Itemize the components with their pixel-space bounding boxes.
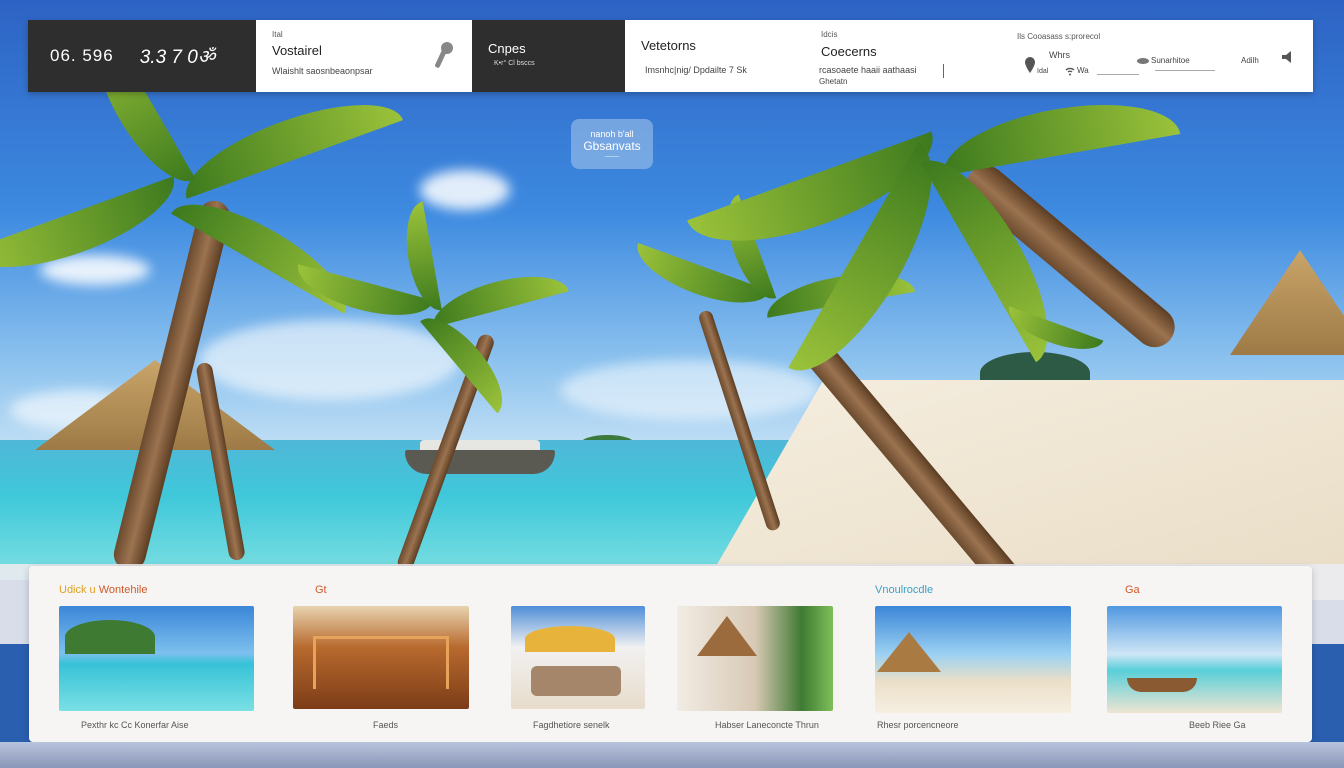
badge-title: Gbsanvats <box>583 139 641 153</box>
panel-label: Ital <box>272 30 283 39</box>
gallery-thumb-beach-hut[interactable] <box>875 606 1071 713</box>
location-icon[interactable] <box>1023 56 1037 74</box>
panel-label: Idcis <box>821 30 838 39</box>
bottom-strip <box>0 742 1344 768</box>
gallery-caption: Pexthr kc Cc Konerfar Aise <box>81 720 189 730</box>
status-label: Wa <box>1077 66 1089 75</box>
gallery-caption: Faeds <box>373 720 399 730</box>
panel-subtitle: Wlaishlt saosnbeaonpsar <box>272 66 373 76</box>
gallery-caption: Beeb Riee Ga <box>1189 720 1246 730</box>
cloud <box>420 170 510 210</box>
status-label: Idal <box>1037 68 1049 75</box>
destination-gallery: Udick u Wontehile Gt Vnoulrocdle Ga Pext… <box>29 566 1312 742</box>
gallery-thumb-restaurant[interactable] <box>293 606 469 709</box>
panel-cnpes[interactable]: Cnpes K•r° Cl bsccs <box>472 20 625 92</box>
divider <box>943 64 944 78</box>
status-label: Sunarhitoe <box>1151 56 1190 65</box>
gallery-caption: Fagdhetiore senelk <box>533 720 610 730</box>
gallery-heading: Gt <box>315 584 327 596</box>
status-label: Whrs <box>1049 50 1070 60</box>
panel-title: Coecerns <box>821 44 877 59</box>
clock-secondary: 3.3 7 0ॐ <box>139 47 216 68</box>
gallery-thumb-boat[interactable] <box>1107 606 1282 713</box>
panel-vostairel[interactable]: Ital Vostairel Wlaishlt saosnbeaonpsar <box>256 20 472 92</box>
cloud <box>200 320 460 400</box>
boat <box>405 450 555 474</box>
panel-title: Vostairel <box>272 43 322 58</box>
panel-title: Vetetorns <box>641 38 696 53</box>
wifi-icon[interactable] <box>1065 66 1075 76</box>
gallery-caption: Rhesr porcencneore <box>877 720 959 730</box>
top-toolbar: 06. 596 3.3 7 0ॐ Ital Vostairel Wlaishlt… <box>28 20 1313 92</box>
panel-subtitle: K•r° Cl bsccs <box>494 60 535 67</box>
clock-panel: 06. 596 3.3 7 0ॐ <box>28 20 256 92</box>
badge-label: nanoh b'all <box>590 129 634 139</box>
badge-sub: —— <box>605 153 619 160</box>
gallery-thumb-lagoon[interactable] <box>59 606 254 711</box>
wrench-icon[interactable] <box>434 40 454 70</box>
slider-track[interactable] <box>1097 64 1139 75</box>
panel-subtitle: Ghetatn <box>819 77 848 86</box>
gallery-caption: Habser Laneconcte Thrun <box>715 720 819 730</box>
slider-track[interactable] <box>1155 70 1215 71</box>
speaker-icon[interactable] <box>1281 50 1297 64</box>
gallery-heading: Udick u Wontehile <box>59 584 148 596</box>
panel-subtitle: rcasoaete haaii aathaasi <box>819 65 917 75</box>
clock-time: 06. 596 <box>50 46 114 65</box>
panel-subtitle: Imsnhc|nig/ Dpdailte 7 Sk <box>645 65 747 75</box>
gallery-heading: Ga <box>1125 584 1140 596</box>
panel-vetetorns[interactable]: Vetetorns Imsnhc|nig/ Dpdailte 7 Sk Idci… <box>625 20 1313 92</box>
gallery-thumb-lounge[interactable] <box>677 606 833 711</box>
cloud <box>560 360 820 420</box>
cloud-icon <box>1137 58 1149 64</box>
panel-label: Ils Cooasass s:prorecol <box>1017 32 1101 41</box>
info-badge[interactable]: nanoh b'all Gbsanvats —— <box>571 119 653 169</box>
gallery-thumb-umbrella[interactable] <box>511 606 645 709</box>
status-label: Adilh <box>1241 56 1259 65</box>
panel-title: Cnpes <box>488 41 526 56</box>
gallery-heading: Vnoulrocdle <box>875 584 934 596</box>
